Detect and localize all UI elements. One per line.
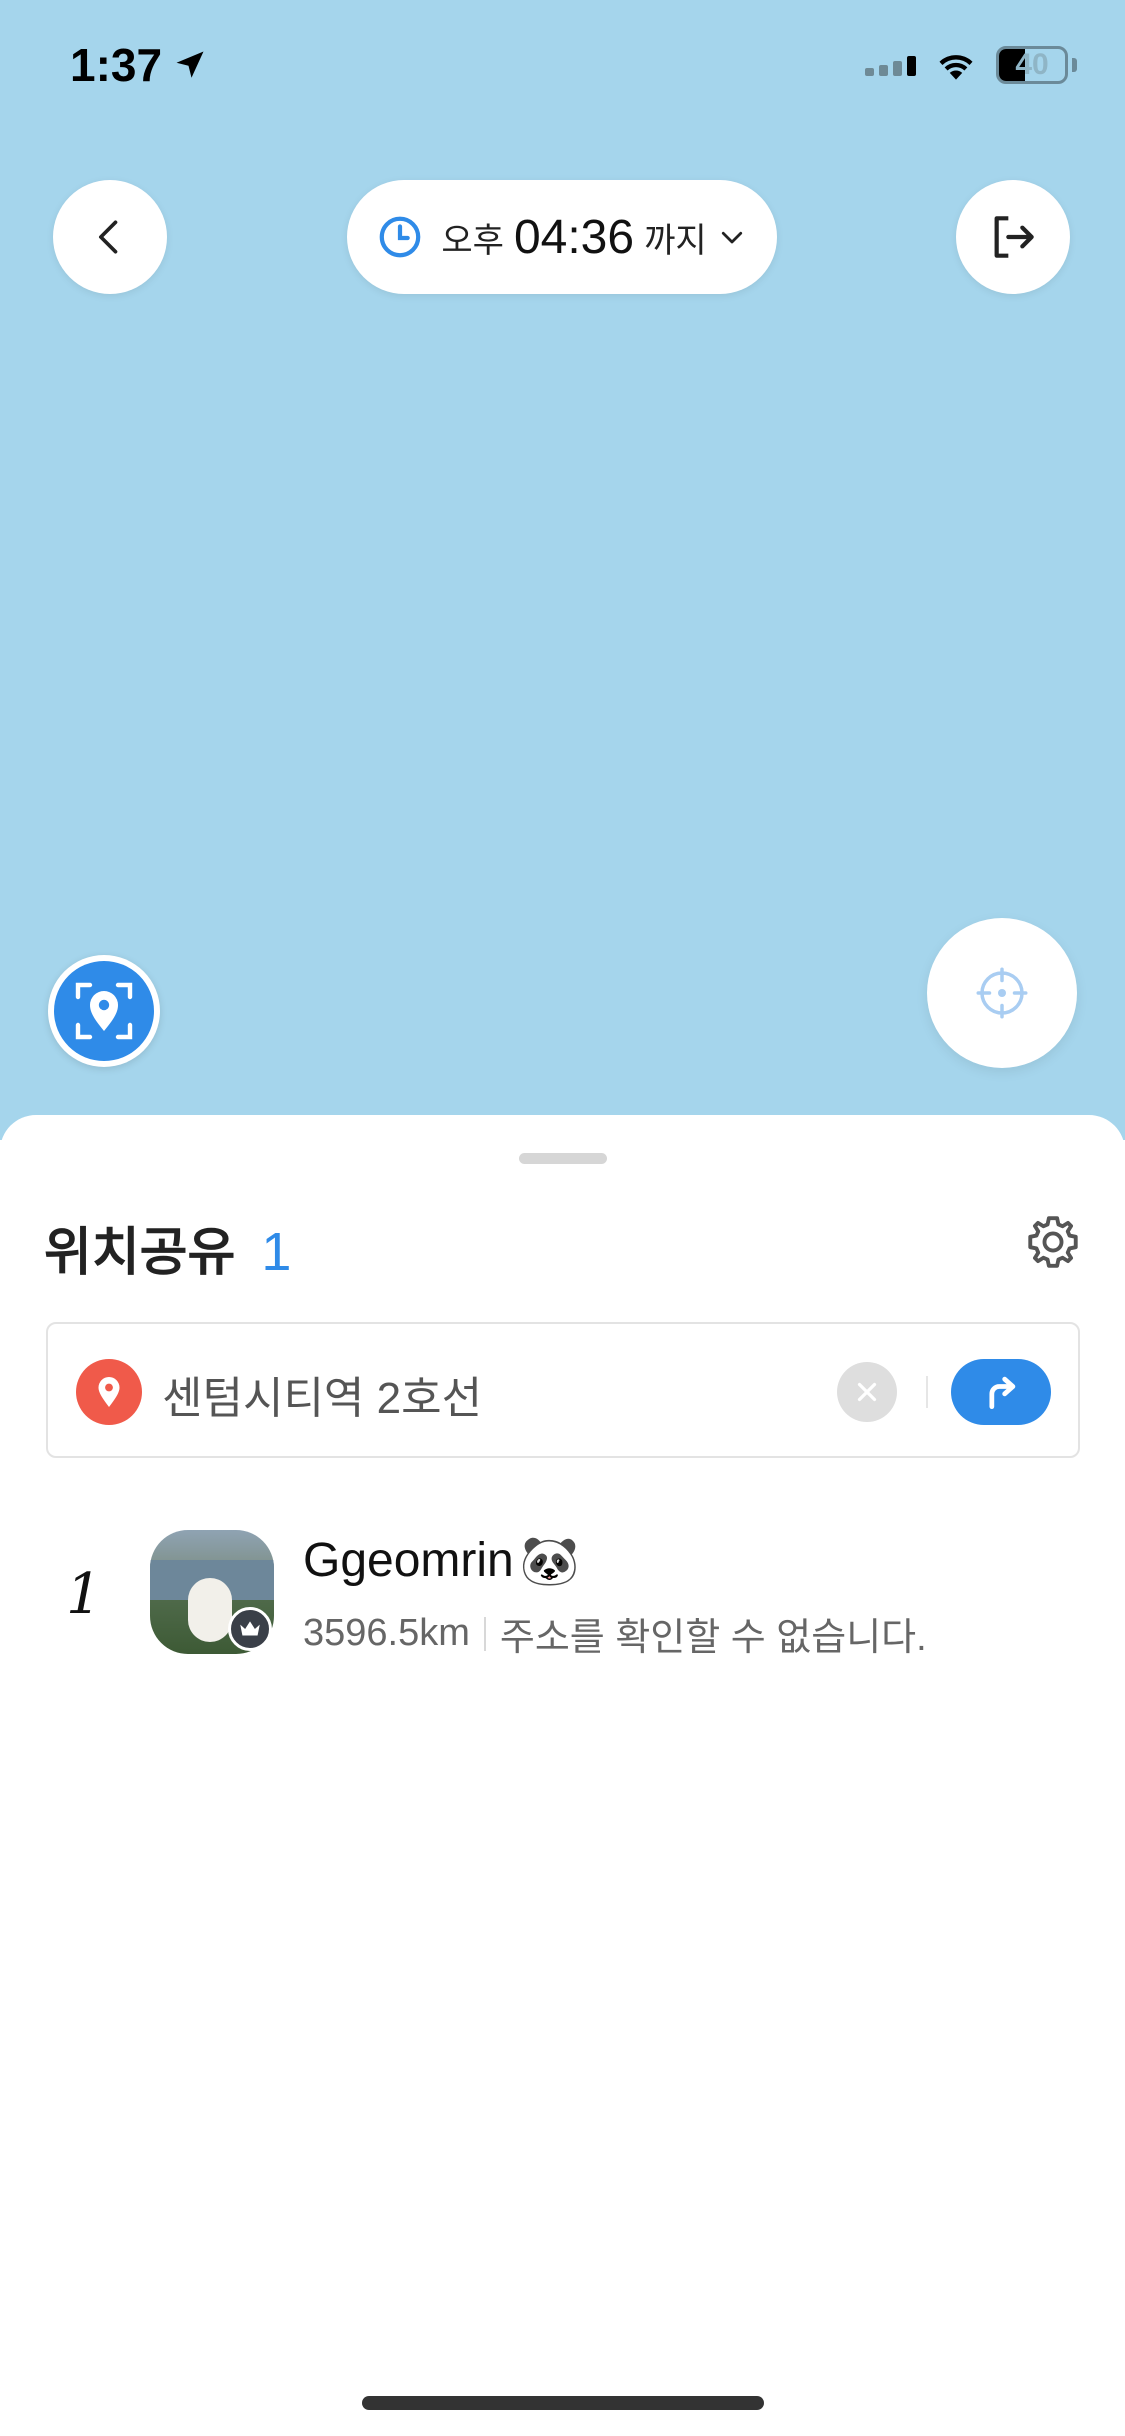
status-time-text: 1:37 (70, 39, 163, 91)
battery-cap (1072, 58, 1077, 72)
view-all-members-button[interactable] (48, 955, 160, 1067)
my-location-button[interactable] (927, 918, 1077, 1068)
gear-icon (1028, 1216, 1078, 1268)
member-meta: 3596.5km 주소를 확인할 수 없습니다. (303, 1606, 927, 1661)
place-name: 센텀시티역 2호선 (162, 1374, 483, 1423)
status-time: 1:37 (70, 38, 208, 92)
sheet-drag-handle[interactable] (519, 1153, 607, 1164)
time-ampm: 오후 (441, 221, 504, 260)
panda-emoji: 🐼 (519, 1535, 580, 1588)
status-indicators: 40 (865, 46, 1077, 84)
exit-icon (994, 216, 1034, 258)
clear-place-button[interactable] (837, 1362, 897, 1422)
member-count: 1 (261, 1222, 292, 1282)
map-pin-icon (98, 1377, 120, 1407)
settings-button[interactable] (1022, 1211, 1084, 1273)
route-arrow-icon (989, 1376, 1016, 1410)
scan-button-inner (54, 961, 154, 1061)
time-until-label: 까지 (644, 221, 707, 260)
location-share-sheet: 위치공유 1 센텀시티역 2호선 1 Ggeomrin 🐼 3596.5km 주… (0, 1115, 1125, 2436)
member-list-item[interactable]: 1 Ggeomrin 🐼 3596.5km 주소를 확인할 수 없습니다. (0, 1520, 1125, 1660)
place-divider (926, 1376, 928, 1408)
chevron-down-icon (721, 231, 742, 244)
owner-crown-badge (228, 1607, 272, 1651)
sheet-title-text: 위치공유 (44, 1224, 236, 1282)
member-name: Ggeomrin 🐼 (303, 1532, 580, 1589)
signal-icon (865, 54, 916, 76)
back-icon (99, 220, 118, 254)
place-pin-badge (76, 1359, 142, 1425)
share-duration-dropdown[interactable]: 오후 04:36 까지 (347, 180, 777, 294)
share-end-time: 04:36 (513, 210, 635, 264)
crosshair-icon (976, 967, 1028, 1019)
member-rank: 1 (66, 1562, 102, 1627)
location-arrow-icon (176, 51, 204, 78)
wifi-icon (939, 55, 973, 80)
member-address: 주소를 확인할 수 없습니다. (499, 1617, 927, 1659)
meta-separator (483, 1616, 486, 1651)
member-name-text: Ggeomrin (303, 1534, 514, 1587)
member-distance: 3596.5km (303, 1612, 470, 1654)
sheet-title: 위치공유 1 (44, 1210, 291, 1285)
avatar-photo-dog (188, 1578, 232, 1642)
exit-sharing-button[interactable] (956, 180, 1070, 294)
crown-icon (240, 1621, 260, 1636)
home-indicator[interactable] (362, 2396, 764, 2410)
close-icon (857, 1382, 877, 1402)
clock-icon (380, 216, 421, 258)
battery-level: 40 (1015, 48, 1049, 81)
scan-location-icon (75, 982, 133, 1040)
battery-icon: 40 (996, 46, 1068, 84)
meeting-place-box[interactable]: 센텀시티역 2호선 (46, 1322, 1080, 1458)
directions-button[interactable] (951, 1359, 1051, 1425)
back-button[interactable] (53, 180, 167, 294)
